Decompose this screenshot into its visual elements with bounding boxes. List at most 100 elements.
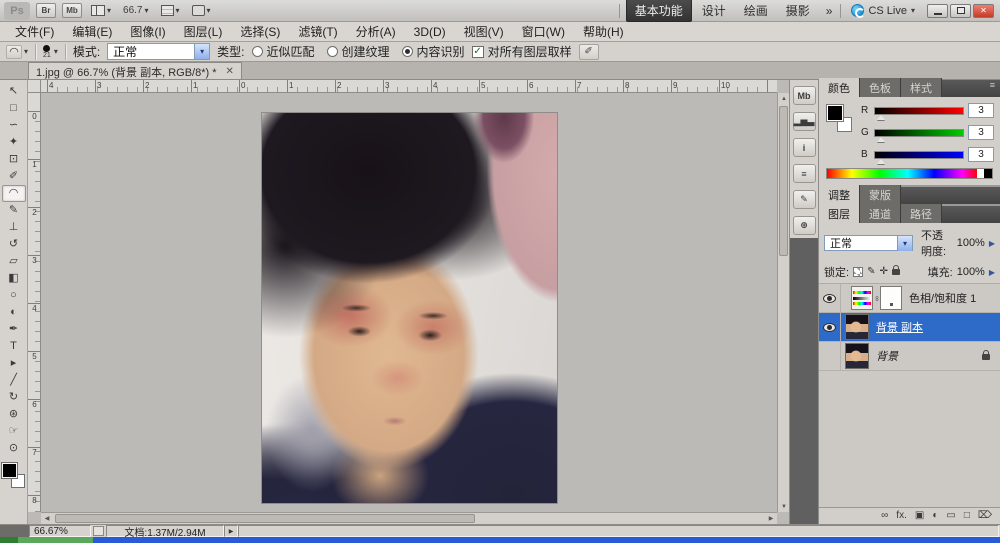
tool-button[interactable]: ◠ [2,185,26,202]
layer-name[interactable]: 背景 副本 [876,319,923,335]
menu-item[interactable]: 分析(A) [347,21,405,42]
brush-preset-picker[interactable]: 21 [43,45,58,59]
layer-thumbnail[interactable] [845,343,869,369]
minimize-button[interactable] [927,4,948,18]
cs-live-button[interactable]: CS Live [847,4,919,17]
zoom-level-control[interactable]: 66.7 [120,3,151,19]
tool-button[interactable]: ✐ [2,168,26,185]
panel-tab[interactable]: 路径 [901,204,942,223]
layers-footer-button[interactable]: fx. [896,511,907,521]
layer-row[interactable]: ∞ 背景 [819,342,1000,371]
layer-row[interactable]: ∞ 背景 副本 [819,313,1000,342]
workspace-button[interactable]: 基本功能 [626,0,692,22]
menu-item[interactable]: 视图(V) [455,21,513,42]
tool-button[interactable]: ✦ [2,134,26,151]
fill-value[interactable]: 100% [957,266,985,278]
adjustment-layer-thumbnail[interactable] [851,286,873,310]
foreground-color-swatch[interactable] [2,463,17,478]
menu-item[interactable]: 窗口(W) [513,21,574,42]
layers-footer-button[interactable]: ⌦ [978,511,992,521]
channel-value-field[interactable]: 3 [968,103,994,118]
tool-button[interactable]: ∽ [2,117,26,134]
tool-button[interactable]: ↺ [2,236,26,253]
panel-menu-icon[interactable]: ≡ [985,80,1000,97]
workspace-button[interactable]: 摄影 [778,0,818,21]
tool-button[interactable]: □ [2,100,26,117]
visibility-toggle[interactable] [819,313,841,341]
channel-value-field[interactable]: 3 [968,125,994,140]
tool-button[interactable]: ◐ [2,304,26,321]
dropdown-arrow-icon[interactable] [897,236,912,251]
layer-row[interactable]: ∞ 色相/饱和度 1 [819,284,1000,313]
lock-all-icon[interactable] [892,269,900,275]
menu-item[interactable]: 编辑(E) [63,21,121,42]
photo-canvas[interactable] [262,113,557,503]
layer-thumbnail[interactable] [845,314,869,340]
tool-button[interactable]: ↻ [2,389,26,406]
tool-button[interactable]: T [2,338,26,355]
tool-button[interactable]: ▸ [2,355,26,372]
tablet-pressure-button[interactable]: ✐ [579,44,599,60]
vertical-scroll-thumb[interactable] [779,106,788,256]
horizontal-scrollbar[interactable]: ◀ ▶ [41,512,777,524]
menu-item[interactable]: 帮助(H) [574,21,633,42]
tool-button[interactable]: ⊥ [2,219,26,236]
horizontal-scroll-thumb[interactable] [55,514,475,523]
channel-value-field[interactable]: 3 [968,147,994,162]
tool-button[interactable]: ╱ [2,372,26,389]
blend-mode-select[interactable]: 正常 [824,235,913,251]
layers-footer-button[interactable]: ▭ [946,511,955,521]
slider-handle[interactable] [877,115,885,120]
panel-tab[interactable]: 通道 [860,204,901,223]
menu-item[interactable]: 图层(L) [175,21,232,42]
opacity-value[interactable]: 100% [957,237,985,249]
tool-button[interactable]: ⊡ [2,151,26,168]
dock-panel-button[interactable]: ▂▅▃ [793,112,816,131]
scroll-down-arrow[interactable]: ▼ [778,501,789,512]
tool-button[interactable]: ⊙ [2,440,26,457]
menu-item[interactable]: 滤镜(T) [289,21,346,42]
dock-panel-button[interactable]: ≡ [793,164,816,183]
tab-close-icon[interactable]: ✕ [226,66,234,77]
fill-spinner-icon[interactable]: ▶ [989,268,995,277]
workspace-button[interactable]: 设计 [694,0,734,21]
panel-tab[interactable]: 调整 [819,185,860,204]
color-spectrum-ramp[interactable] [826,168,993,179]
close-button[interactable]: ✕ [973,4,994,18]
bridge-launch-button[interactable]: Br [36,3,56,18]
workspace-overflow-button[interactable]: » [824,4,835,18]
layers-footer-button[interactable]: ◐ [932,511,938,521]
layers-footer-button[interactable]: □ [964,511,970,521]
panel-tab[interactable]: 样式 [901,78,942,97]
lock-position-icon[interactable]: ✛ [879,267,887,277]
visibility-toggle[interactable] [819,342,841,370]
layers-footer-button[interactable]: ∞ [881,511,888,521]
dock-panel-button[interactable]: ✎ [793,190,816,209]
mode-select[interactable]: 正常 [107,43,210,60]
sample-all-layers-checkbox[interactable]: ✓ 对所有图层取样 [472,43,572,60]
tool-preset-picker[interactable]: ◠ [6,45,28,59]
layer-name[interactable]: 背景 [876,348,898,364]
panel-tab[interactable]: 颜色 [819,78,860,97]
dock-panel-button[interactable]: ⊕ [793,216,816,235]
dock-panel-button[interactable]: Mb [793,86,816,105]
lock-transparency-icon[interactable] [853,267,863,277]
restore-button[interactable] [950,4,971,18]
slider-handle[interactable] [877,159,885,164]
tool-button[interactable]: ✎ [2,202,26,219]
type-radio-option[interactable]: 内容识别 [402,43,465,60]
lock-pixels-icon[interactable]: ✎ [867,267,875,277]
foreground-color-swatch[interactable] [827,105,843,121]
status-options-arrow[interactable]: ▶ [224,525,238,537]
panel-tab[interactable]: 蒙版 [860,185,901,204]
panel-tab[interactable]: 图层 [819,204,860,223]
arrange-documents-button[interactable] [88,3,114,19]
visibility-toggle[interactable] [819,284,841,312]
tool-button[interactable]: ◧ [2,270,26,287]
dropdown-arrow-icon[interactable] [194,44,209,59]
layers-footer-button[interactable]: ▣ [915,511,924,521]
opacity-spinner-icon[interactable]: ▶ [989,239,995,248]
tool-button[interactable]: ☞ [2,423,26,440]
scroll-left-arrow[interactable]: ◀ [41,513,53,524]
channel-slider-track[interactable] [874,107,964,115]
